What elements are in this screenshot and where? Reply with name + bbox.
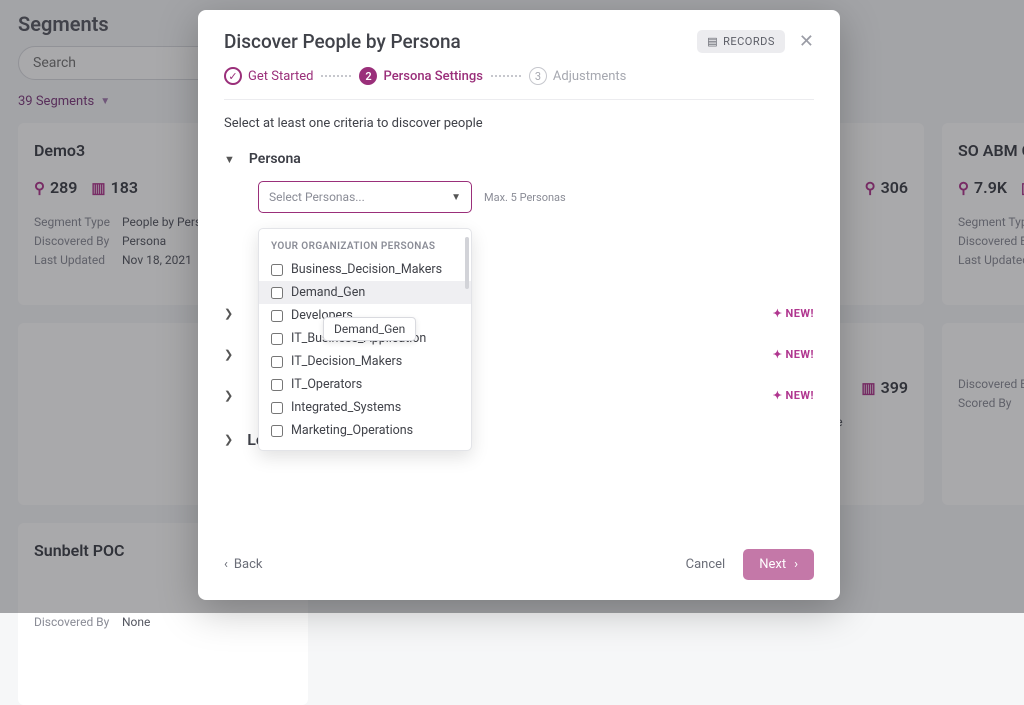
dropdown-item[interactable]: Integrated_Systems [259,396,471,419]
chevron-right-icon: › [794,557,798,572]
criteria-subhead: Select at least one criteria to discover… [224,116,814,131]
cancel-button[interactable]: Cancel [686,557,726,572]
max-personas-note: Max. 5 Personas [484,191,566,204]
modal-footer: ‹ Back Cancel Next › [198,533,840,600]
section-persona-label: Persona [249,151,301,167]
dropdown-checkbox[interactable] [271,287,283,299]
new-badge: ✦ NEW! [773,307,814,320]
section-persona: ▼ Persona Select Personas... ▼ Max. 5 Pe… [224,151,814,213]
dropdown-item[interactable]: Demand_Gen [259,281,471,304]
card-meta: Discovered ByNone [34,615,292,629]
dropdown-item-label: Demand_Gen [291,285,365,300]
dropdown-item-label: Marketing_Operations [291,423,413,438]
step-label: Adjustments [553,69,627,84]
chevron-down-icon: ▼ [224,153,235,166]
chevron-right-icon: ❯ [224,433,233,446]
chevron-left-icon: ‹ [224,557,228,572]
dropdown-checkbox[interactable] [271,356,283,368]
back-button[interactable]: ‹ Back [224,557,262,572]
step-separator [321,75,351,77]
step-number: 2 [359,67,377,85]
dropdown-checkbox[interactable] [271,402,283,414]
dropdown-item[interactable]: Business_Decision_Makers [259,258,471,281]
step-separator [491,75,521,77]
dropdown-checkbox[interactable] [271,333,283,345]
dropdown-tooltip: Demand_Gen [323,317,416,341]
records-label: RECORDS [723,35,775,48]
dropdown-section-header: YOUR ORGANIZATION PERSONAS [259,237,471,258]
chevron-down-icon: ▼ [451,192,461,203]
dropdown-checkbox[interactable] [271,379,283,391]
records-button[interactable]: ▤ RECORDS [697,30,785,53]
persona-select-placeholder: Select Personas... [269,190,365,204]
step-label: Get Started [248,69,313,84]
dropdown-scrollbar[interactable] [465,237,469,289]
next-button[interactable]: Next › [743,549,814,580]
step-done[interactable]: ✓ Get Started [224,67,313,85]
new-badge: ✦ NEW! [773,348,814,361]
close-icon[interactable]: ✕ [799,31,814,52]
back-label: Back [234,557,263,572]
next-label: Next [759,557,786,572]
stepper: ✓ Get Started 2 Persona Settings 3 Adjustment… [224,67,814,100]
dropdown-checkbox[interactable] [271,310,283,322]
chevron-right-icon: ❯ [224,348,233,361]
new-badge: ✦ NEW! [773,389,814,402]
dropdown-item[interactable]: IT_Decision_Makers [259,350,471,373]
modal-body: Select at least one criteria to discover… [198,100,840,533]
step-label: Persona Settings [383,69,482,84]
dropdown-item-label: IT_Operators [291,377,362,392]
records-icon: ▤ [707,35,718,48]
modal-title: Discover People by Persona [224,30,461,53]
chevron-right-icon: ❯ [224,307,233,320]
dropdown-item[interactable]: IT_Operators [259,373,471,396]
step-future[interactable]: 3 Adjustments [529,67,627,85]
modal-header: Discover People by Persona ▤ RECORDS ✕ ✓… [198,10,840,100]
dropdown-item-label: IT_Decision_Makers [291,354,402,369]
dropdown-item-label: Integrated_Systems [291,400,401,415]
section-persona-header[interactable]: ▼ Persona [224,151,814,167]
persona-select[interactable]: Select Personas... ▼ [258,181,472,213]
discover-modal: Discover People by Persona ▤ RECORDS ✕ ✓… [198,10,840,600]
check-icon: ✓ [224,67,242,85]
step-number: 3 [529,67,547,85]
chevron-right-icon: ❯ [224,389,233,402]
dropdown-item-label: Business_Decision_Makers [291,262,442,277]
dropdown-item[interactable]: Marketing_Operations [259,419,471,442]
dropdown-checkbox[interactable] [271,425,283,437]
step-active[interactable]: 2 Persona Settings [359,67,482,85]
dropdown-checkbox[interactable] [271,264,283,276]
